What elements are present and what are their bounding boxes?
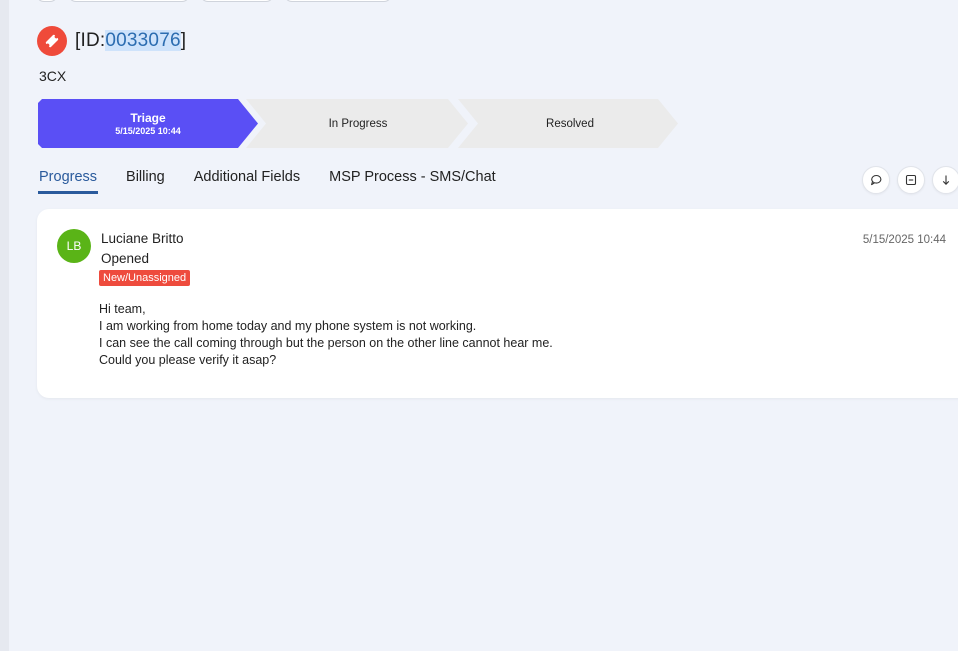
collapse-icon bbox=[905, 174, 917, 186]
stage-in-progress[interactable]: In Progress bbox=[258, 99, 458, 148]
ticket-icon bbox=[37, 26, 67, 56]
status-badge: New/Unassigned bbox=[99, 270, 191, 286]
toolbar-button[interactable] bbox=[36, 0, 58, 2]
tab-bar: Progress Billing Additional Fields MSP P… bbox=[38, 168, 497, 194]
ticket-id-suffix: ] bbox=[180, 30, 187, 51]
message-line: Hi team, bbox=[99, 302, 146, 316]
comment-icon bbox=[871, 174, 882, 186]
stage-triage[interactable]: Triage 5/15/2025 10:44 bbox=[38, 99, 258, 148]
stage-resolved-label: Resolved bbox=[546, 117, 594, 130]
message-line: I can see the call coming through but th… bbox=[99, 336, 553, 350]
comment-button[interactable] bbox=[862, 166, 890, 194]
progress-entry-card: LB Luciane Britto Opened New/Unassigned … bbox=[37, 209, 958, 398]
stage-triage-date: 5/15/2025 10:44 bbox=[115, 126, 181, 136]
message-line: I am working from home today and my phon… bbox=[99, 319, 477, 333]
tab-additional-fields[interactable]: Additional Fields bbox=[193, 168, 301, 194]
collapse-button[interactable] bbox=[897, 166, 925, 194]
ticket-id-number: 0033076 bbox=[105, 30, 181, 51]
sort-down-button[interactable] bbox=[932, 166, 958, 194]
avatar: LB bbox=[57, 229, 91, 263]
entry-timestamp: 5/15/2025 10:44 bbox=[862, 234, 946, 246]
top-toolbar bbox=[36, 0, 392, 2]
tab-actions bbox=[862, 166, 958, 194]
arrow-down-icon bbox=[942, 175, 950, 185]
stage-in-progress-label: In Progress bbox=[328, 117, 388, 130]
tab-msp-process[interactable]: MSP Process - SMS/Chat bbox=[328, 168, 497, 194]
message-line: Could you please verify it asap? bbox=[99, 353, 277, 367]
stage-resolved[interactable]: Resolved bbox=[470, 99, 670, 148]
tab-progress[interactable]: Progress bbox=[38, 168, 99, 194]
entry-author: Luciane Britto bbox=[101, 231, 184, 246]
ticket-id: [ID:0033076] bbox=[75, 30, 186, 52]
stage-triage-label: Triage bbox=[130, 111, 166, 125]
ticket-subtitle: 3CX bbox=[39, 68, 67, 84]
tab-billing[interactable]: Billing bbox=[125, 168, 166, 194]
entry-message: Hi team, I am working from home today an… bbox=[99, 301, 553, 369]
ticket-id-prefix: [ID: bbox=[75, 30, 106, 51]
left-sidebar-rail bbox=[0, 0, 9, 651]
toolbar-button[interactable] bbox=[68, 0, 190, 2]
entry-action: Opened bbox=[101, 251, 150, 266]
toolbar-button[interactable] bbox=[284, 0, 392, 2]
toolbar-button[interactable] bbox=[200, 0, 274, 2]
ticket-tag-glyph bbox=[45, 34, 59, 48]
ticket-header: [ID:0033076] bbox=[37, 26, 186, 56]
